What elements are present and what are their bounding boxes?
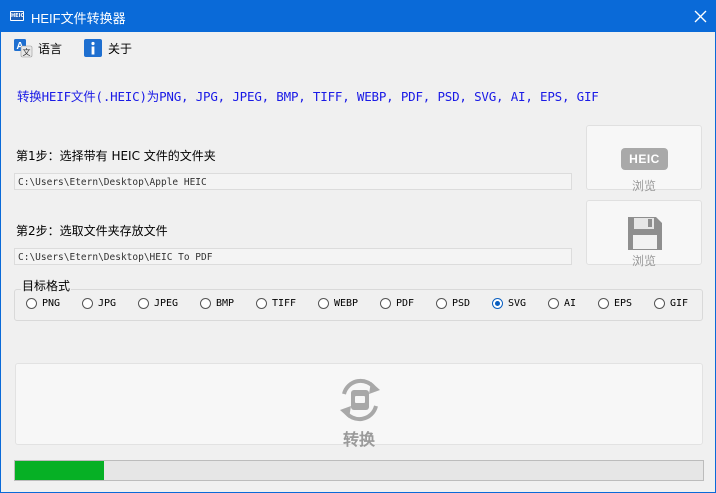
radio-button[interactable]	[492, 298, 503, 309]
progress-fill	[15, 461, 105, 480]
radio-button[interactable]	[26, 298, 37, 309]
progress-bar	[14, 460, 704, 481]
heic-badge-icon: HEIC	[621, 148, 668, 170]
source-folder-input[interactable]: C:\Users\Etern\Desktop\Apple HEIC	[14, 173, 572, 190]
radio-button[interactable]	[654, 298, 665, 309]
browse-output-label: 浏览	[631, 254, 656, 268]
target-format-title: 目标格式	[21, 277, 72, 294]
menu-about[interactable]: 关于	[83, 38, 132, 58]
title-bar: HEIC HEIF文件转换器	[1, 1, 715, 32]
browse-source-label: 浏览	[631, 179, 656, 193]
format-option-bmp[interactable]: BMP	[200, 298, 234, 309]
description-text: 转换HEIF文件(.HEIC)为PNG, JPG, JPEG, BMP, TIF…	[17, 89, 599, 104]
step1-label: 第1步：选择带有 HEIC 文件的文件夹	[16, 149, 216, 163]
format-option-label: JPG	[98, 298, 117, 309]
format-option-tiff[interactable]: TIFF	[256, 298, 296, 309]
radio-button[interactable]	[82, 298, 93, 309]
radio-button[interactable]	[256, 298, 267, 309]
radio-button[interactable]	[138, 298, 149, 309]
format-option-jpg[interactable]: JPG	[82, 298, 116, 309]
info-icon	[84, 39, 102, 57]
format-option-label: BMP	[216, 298, 235, 309]
app-icon-text: HEIC	[11, 12, 25, 20]
convert-icon	[340, 378, 380, 422]
format-option-label: JPEG	[154, 298, 179, 309]
radio-button[interactable]	[380, 298, 391, 309]
format-option-label: EPS	[614, 298, 633, 309]
format-option-label: GIF	[670, 298, 689, 309]
radio-button[interactable]	[598, 298, 609, 309]
close-button[interactable]	[687, 3, 715, 30]
format-option-label: TIFF	[272, 298, 297, 309]
format-option-png[interactable]: PNG	[26, 298, 60, 309]
app-window: HEIC HEIF文件转换器 A 文 语言 关于 转换HEIF文件(.HEIC)…	[0, 0, 716, 493]
menu-about-label: 关于	[108, 41, 133, 56]
format-option-svg[interactable]: SVG	[492, 298, 526, 309]
format-option-eps[interactable]: EPS	[598, 298, 632, 309]
output-folder-input[interactable]: C:\Users\Etern\Desktop\HEIC To PDF	[14, 248, 572, 265]
format-option-pdf[interactable]: PDF	[380, 298, 414, 309]
convert-button[interactable]: 转换	[15, 363, 703, 449]
browse-output-button[interactable]: 浏览	[586, 200, 702, 268]
format-option-label: SVG	[508, 298, 527, 309]
radio-button[interactable]	[436, 298, 447, 309]
browse-source-button[interactable]: HEIC 浏览	[586, 125, 702, 193]
radio-button[interactable]	[318, 298, 329, 309]
format-option-label: AI	[564, 298, 577, 309]
save-disk-icon	[628, 217, 662, 250]
format-option-label: PNG	[42, 298, 61, 309]
format-option-webp[interactable]: WEBP	[318, 298, 358, 309]
convert-label: 转换	[342, 430, 375, 449]
format-option-jpeg[interactable]: JPEG	[138, 298, 178, 309]
menu-language[interactable]: A 文 语言	[13, 38, 62, 58]
format-option-label: PDF	[396, 298, 415, 309]
radio-button[interactable]	[200, 298, 211, 309]
format-option-gif[interactable]: GIF	[654, 298, 688, 309]
format-option-label: PSD	[452, 298, 471, 309]
step2-label: 第2步：选取文件夹存放文件	[16, 224, 168, 238]
app-icon: HEIC	[10, 11, 24, 21]
format-option-ai[interactable]: AI	[548, 298, 576, 309]
window-title: HEIF文件转换器	[31, 11, 126, 26]
format-option-label: WEBP	[334, 298, 359, 309]
menu-language-label: 语言	[38, 41, 63, 56]
radio-button[interactable]	[548, 298, 559, 309]
translate-icon: A 文	[14, 39, 33, 58]
svg-text:文: 文	[23, 47, 31, 57]
menu-bar: A 文 语言 关于	[1, 32, 715, 64]
close-icon	[694, 10, 707, 23]
format-option-psd[interactable]: PSD	[436, 298, 470, 309]
